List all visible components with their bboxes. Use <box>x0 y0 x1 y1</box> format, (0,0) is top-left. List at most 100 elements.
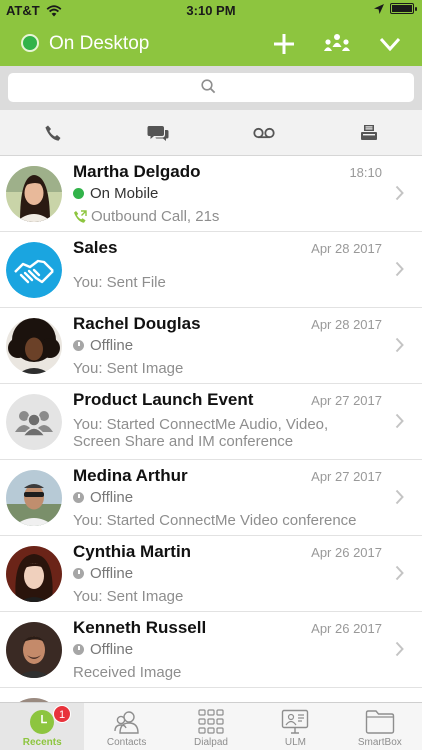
activity-text: Outbound Call, 21s <box>91 208 220 225</box>
timestamp: Apr 26 2017 <box>311 545 382 560</box>
avatar <box>6 318 62 374</box>
tab-contacts[interactable]: Contacts <box>84 703 168 750</box>
people-group-icon <box>324 34 350 51</box>
presence-line: Offline <box>73 565 133 582</box>
list-item[interactable]: Kenneth Russell Apr 26 2017 Offline Rece… <box>0 612 422 688</box>
presence-line: Offline <box>73 641 133 658</box>
search-field-container[interactable] <box>8 73 414 102</box>
fax-icon <box>361 124 378 140</box>
filter-calls[interactable] <box>0 110 106 155</box>
clock-icon <box>30 710 55 734</box>
location-arrow-icon <box>374 3 384 14</box>
group-name: Sales <box>73 238 118 257</box>
phone-icon <box>45 125 61 141</box>
filter-voicemail[interactable] <box>211 110 317 155</box>
voicemail-icon <box>253 127 275 138</box>
tab-recents[interactable]: 1 Recents <box>0 703 85 750</box>
chevron-down-icon <box>379 37 401 51</box>
presence-title[interactable]: On Desktop <box>49 33 149 55</box>
tab-label: Recents <box>22 737 62 748</box>
contact-name: Kenneth Russell <box>73 618 207 637</box>
avatar <box>6 546 62 602</box>
timestamp: Apr 28 2017 <box>311 241 382 256</box>
clock: 3:10 PM <box>186 3 236 18</box>
filter-fax[interactable] <box>317 110 422 155</box>
presence-status-icon <box>73 188 84 199</box>
presence-line: Offline <box>73 489 133 506</box>
avatar <box>6 166 62 222</box>
battery-icon <box>390 3 417 14</box>
list-item[interactable]: Product Launch Event Apr 27 2017 You: St… <box>0 384 422 460</box>
tab-label: ULM <box>284 737 306 748</box>
contacts-icon <box>113 711 139 734</box>
recents-filter-bar <box>0 110 422 156</box>
group-name: Product Launch Event <box>73 390 254 409</box>
timestamp: Apr 28 2017 <box>311 317 382 332</box>
chevron-right-icon <box>395 565 404 581</box>
offline-status-icon <box>73 644 84 655</box>
list-item[interactable] <box>0 688 422 702</box>
chevron-right-icon <box>395 489 404 505</box>
timestamp: Apr 26 2017 <box>311 621 382 636</box>
presence-text: Offline <box>90 641 134 658</box>
unread-badge: 1 <box>53 705 71 723</box>
activity-text: Received Image <box>73 664 182 681</box>
avatar <box>6 470 62 526</box>
presence-text: Offline <box>90 489 134 506</box>
dialpad-icon <box>198 709 224 734</box>
avatar <box>6 394 62 450</box>
search-icon <box>201 79 216 94</box>
tab-ulm[interactable]: ULM <box>253 703 337 750</box>
chevron-right-icon <box>395 413 404 429</box>
contact-name: Cynthia Martin <box>73 542 192 561</box>
timestamp: 18:10 <box>349 165 382 180</box>
recents-list: Martha Delgado 18:10 On Mobile Outbound … <box>0 156 422 702</box>
chat-icon <box>147 125 169 141</box>
chevron-right-icon <box>395 261 404 277</box>
activity-text-line1: You: Started ConnectMe Audio, Video, <box>73 416 329 433</box>
tab-smartbox[interactable]: SmartBox <box>338 703 422 750</box>
add-button[interactable] <box>268 28 300 60</box>
chevron-right-icon <box>395 337 404 353</box>
offline-status-icon <box>73 568 84 579</box>
timestamp: Apr 27 2017 <box>311 393 382 408</box>
timestamp: Apr 27 2017 <box>311 469 382 484</box>
team-button[interactable] <box>321 28 353 60</box>
presence-line: Offline <box>73 337 133 354</box>
activity-text: You: Started ConnectMe Video conference <box>73 512 357 529</box>
expand-menu-button[interactable] <box>374 28 406 60</box>
activity-text: You: Sent Image <box>73 360 184 377</box>
list-item[interactable]: Medina Arthur Apr 27 2017 Offline You: S… <box>0 460 422 536</box>
presence-text: On Mobile <box>90 185 159 202</box>
tab-dialpad[interactable]: Dialpad <box>169 703 253 750</box>
bottom-tab-bar: 1 Recents Contacts Dialpad ULM SmartBox <box>0 702 422 750</box>
list-item[interactable]: Rachel Douglas Apr 28 2017 Offline You: … <box>0 308 422 384</box>
presence-text: Offline <box>90 565 134 582</box>
list-item[interactable]: Martha Delgado 18:10 On Mobile Outbound … <box>0 156 422 232</box>
outbound-call-icon <box>74 209 87 223</box>
presence-status-icon[interactable] <box>21 34 39 52</box>
offline-status-icon <box>73 492 84 503</box>
plus-icon <box>274 34 294 54</box>
group-icon <box>6 394 62 450</box>
avatar <box>6 622 62 678</box>
tab-label: Dialpad <box>194 737 228 748</box>
avatar <box>6 242 62 298</box>
status-bar: AT&T 3:10 PM <box>0 0 422 22</box>
contact-name: Martha Delgado <box>73 162 201 181</box>
list-item[interactable]: Cynthia Martin Apr 26 2017 Offline You: … <box>0 536 422 612</box>
activity-text: You: Sent Image <box>73 588 184 605</box>
list-item[interactable]: Sales Apr 28 2017 You: Sent File <box>0 232 422 308</box>
presence-line: On Mobile <box>73 185 158 202</box>
activity-text-line2: Screen Share and IM conference <box>73 433 294 450</box>
folder-icon <box>365 710 395 734</box>
chevron-right-icon <box>395 185 404 201</box>
filter-messages[interactable] <box>106 110 212 155</box>
tab-label: SmartBox <box>357 737 402 748</box>
contact-name: Rachel Douglas <box>73 314 201 333</box>
app-header: On Desktop <box>0 22 422 66</box>
tab-label: Contacts <box>106 737 147 748</box>
ulm-monitor-icon <box>282 709 309 734</box>
activity-text: You: Sent File <box>73 274 166 291</box>
last-activity: Outbound Call, 21s <box>73 208 219 225</box>
